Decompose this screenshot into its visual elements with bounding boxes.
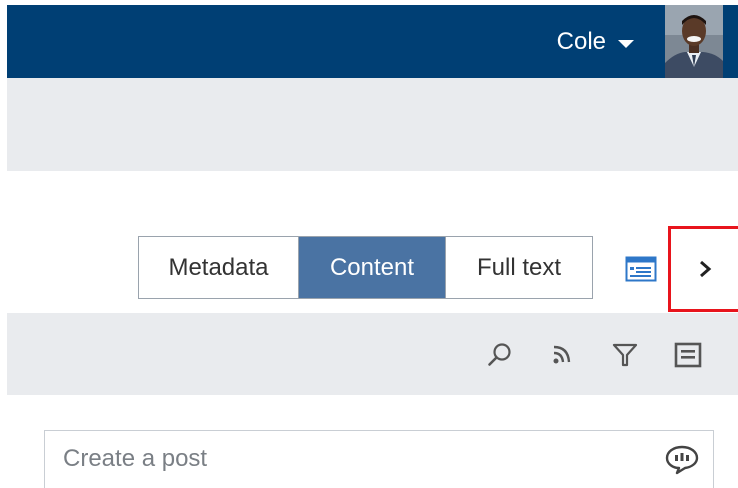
filter-icon: [612, 343, 638, 367]
page-title-band: [7, 78, 738, 171]
expand-panel-button[interactable]: [668, 226, 738, 312]
search-icon: [488, 343, 511, 366]
view-switcher: Metadata Content Full text: [138, 236, 593, 299]
chevron-right-icon: [699, 260, 711, 278]
feed-toolbar: [7, 313, 738, 395]
card-view-button[interactable]: [624, 254, 658, 284]
tab-metadata[interactable]: Metadata: [139, 237, 299, 298]
create-post-placeholder: Create a post: [63, 445, 208, 472]
top-header-bar: Cole: [7, 5, 738, 78]
tab-content[interactable]: Content: [299, 237, 445, 298]
list-view-button[interactable]: [673, 340, 703, 370]
caret-down-icon: [618, 39, 634, 48]
user-name: Cole: [556, 28, 606, 55]
tab-full-text[interactable]: Full text: [445, 237, 592, 298]
search-button[interactable]: [485, 340, 515, 370]
rss-feed-button[interactable]: [547, 340, 577, 370]
list-view-icon: [674, 342, 702, 368]
rss-feed-icon: [553, 345, 571, 364]
card-view-icon: [625, 256, 657, 282]
create-post-field[interactable]: Create a post: [44, 430, 714, 488]
filter-button[interactable]: [610, 340, 640, 370]
speech-bubble-icon[interactable]: [665, 445, 699, 475]
avatar[interactable]: [665, 5, 723, 78]
user-menu[interactable]: Cole: [557, 27, 634, 57]
